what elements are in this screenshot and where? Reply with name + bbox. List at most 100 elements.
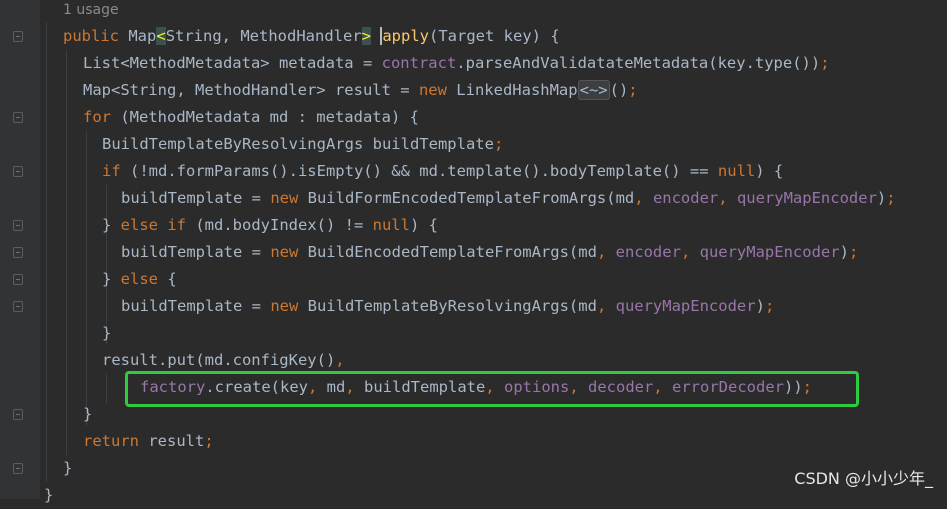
code-text: Map<String, MethodHandler> result = xyxy=(83,81,419,99)
fold-marker-icon[interactable] xyxy=(13,112,23,123)
code-text: result.put(md.configKey() xyxy=(102,351,336,369)
code-line[interactable]: buildTemplate = new BuildFormEncodedTemp… xyxy=(121,185,896,212)
code-text: LinkedHashMap xyxy=(446,81,578,99)
fold-marker-icon[interactable] xyxy=(13,301,23,312)
indent-guide xyxy=(46,22,47,482)
indent-guide xyxy=(86,131,87,426)
code-line[interactable]: } xyxy=(83,401,92,428)
code-line[interactable]: BuildTemplateByResolvingArgs buildTempla… xyxy=(102,131,503,158)
matched-bracket: > xyxy=(361,27,371,45)
code-text: buildTemplate = xyxy=(121,243,271,261)
code-text: } xyxy=(102,270,121,288)
method-name: apply xyxy=(380,27,430,45)
indent-guide xyxy=(66,50,67,455)
keyword: return xyxy=(83,432,139,450)
watermark: CSDN @小小少年_ xyxy=(794,469,933,488)
comma: , xyxy=(335,351,345,369)
indent-guide xyxy=(106,374,107,404)
keyword: new xyxy=(418,81,447,99)
field-ref: queryMapEncoder xyxy=(736,189,877,207)
field-ref: queryMapEncoder xyxy=(699,243,840,261)
code-line[interactable]: List<MethodMetadata> metadata = contract… xyxy=(83,50,830,77)
code-line[interactable]: return result; xyxy=(83,428,214,455)
fold-marker-icon[interactable] xyxy=(13,409,23,420)
highlight-box xyxy=(125,371,859,407)
code-text: } xyxy=(63,459,73,477)
keyword: for xyxy=(83,108,111,126)
usage-hint[interactable]: 1 usage xyxy=(63,0,119,21)
code-text: BuildTemplateByResolvingArgs buildTempla… xyxy=(102,135,494,153)
code-text: BuildTemplateByResolvingArgs(md xyxy=(298,297,597,315)
semicolon: ; xyxy=(764,297,775,315)
code-line[interactable]: } else if (md.bodyIndex() != null) { xyxy=(102,212,438,239)
fold-marker-icon[interactable] xyxy=(13,220,23,231)
code-line[interactable]: buildTemplate = new BuildTemplateByResol… xyxy=(121,293,774,320)
code-text: ) { xyxy=(755,162,784,180)
fold-marker-icon[interactable] xyxy=(13,247,23,258)
field-ref: encoder xyxy=(652,189,719,207)
code-line[interactable]: public Map<String, MethodHandler> apply(… xyxy=(63,23,560,50)
code-text: BuildEncodedTemplateFromArgs(md xyxy=(298,243,597,261)
semicolon: ; xyxy=(204,432,214,450)
fold-marker-icon[interactable] xyxy=(13,166,23,177)
comma: , xyxy=(634,189,653,207)
fold-marker-icon[interactable] xyxy=(13,31,23,42)
keyword: else if xyxy=(120,216,186,234)
semicolon: ; xyxy=(493,135,504,153)
field-ref: contract xyxy=(381,54,457,72)
code-editor[interactable]: 1 usage public Map<String, MethodHandler… xyxy=(0,0,947,504)
code-line[interactable]: } xyxy=(63,455,72,482)
fold-marker-icon[interactable] xyxy=(13,463,23,474)
code-text: buildTemplate = xyxy=(121,189,271,207)
field-ref: queryMapEncoder xyxy=(615,297,756,315)
code-text: } xyxy=(102,216,121,234)
code-text: BuildFormEncodedTemplateFromArgs(md xyxy=(298,189,635,207)
keyword: new xyxy=(270,297,299,315)
comma: , xyxy=(596,243,616,261)
keyword: new xyxy=(270,243,299,261)
code-line[interactable]: for (MethodMetadata md : metadata) { xyxy=(83,104,419,131)
code-text: ) xyxy=(839,243,849,261)
code-text: } xyxy=(44,486,54,504)
keyword: null xyxy=(717,162,756,180)
code-text: (md.bodyIndex() != xyxy=(186,216,373,234)
semicolon: ; xyxy=(848,243,859,261)
code-text: ) { xyxy=(409,216,438,234)
code-text: ) xyxy=(755,297,765,315)
code-text: String, MethodHandler xyxy=(165,27,362,45)
code-text: { xyxy=(158,270,177,288)
keyword: new xyxy=(270,189,299,207)
code-text: () xyxy=(609,81,629,99)
code-text: } xyxy=(83,405,93,423)
code-line[interactable]: } xyxy=(102,320,111,347)
editor-gutter[interactable] xyxy=(0,0,40,499)
code-text: } xyxy=(102,324,112,342)
code-text: ) xyxy=(876,189,887,207)
comma: , xyxy=(596,297,616,315)
code-text: (MethodMetadata md : metadata) { xyxy=(111,108,419,126)
keyword: public xyxy=(63,27,119,45)
keyword: if xyxy=(102,162,121,180)
matched-bracket: < xyxy=(156,27,166,45)
code-text: (Target key) { xyxy=(429,27,560,45)
fold-marker-icon[interactable] xyxy=(13,274,23,285)
code-line[interactable]: if (!md.formParams().isEmpty() && md.tem… xyxy=(102,158,783,185)
field-ref: encoder xyxy=(615,243,681,261)
keyword: null xyxy=(372,216,410,234)
code-text: result xyxy=(139,432,205,450)
code-text: (!md.formParams().isEmpty() && md.templa… xyxy=(120,162,718,180)
code-text: List<MethodMetadata> metadata = xyxy=(83,54,382,72)
code-text: .parseAndValidatateMetadata(key.type()) xyxy=(456,54,821,72)
diamond-fold[interactable]: <~> xyxy=(577,80,610,100)
code-line[interactable]: } else { xyxy=(102,266,177,293)
code-text: buildTemplate = xyxy=(121,297,271,315)
code-line[interactable]: } xyxy=(44,482,53,509)
code-line[interactable]: result.put(md.configKey(), xyxy=(102,347,345,374)
code-line[interactable]: Map<String, MethodHandler> result = new … xyxy=(83,77,638,104)
keyword: else xyxy=(120,270,158,288)
semicolon: ; xyxy=(820,54,830,72)
semicolon: ; xyxy=(628,81,638,99)
semicolon: ; xyxy=(886,189,896,207)
code-text: Map xyxy=(128,27,157,45)
code-line[interactable]: buildTemplate = new BuildEncodedTemplate… xyxy=(121,239,858,266)
